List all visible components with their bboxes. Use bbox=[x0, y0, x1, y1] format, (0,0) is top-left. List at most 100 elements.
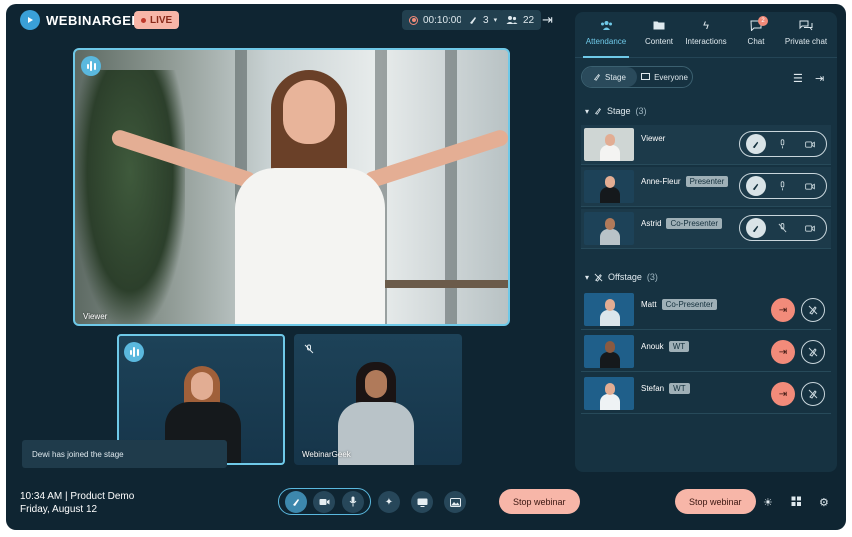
participant-controls bbox=[739, 131, 827, 157]
participant-thumbnail bbox=[584, 293, 634, 326]
chat-icon: 2 bbox=[750, 16, 768, 34]
filter-stage[interactable]: Stage bbox=[582, 67, 637, 87]
participant-row[interactable]: Stefan WT ⇥ bbox=[581, 374, 831, 414]
participant-row[interactable]: Anouk WT ⇥ bbox=[581, 332, 831, 372]
chevron-down-icon: ▾ bbox=[493, 17, 498, 24]
session-date: Friday, August 12 bbox=[20, 504, 98, 515]
microphone-icon[interactable] bbox=[341, 490, 364, 513]
participant-thumbnail bbox=[584, 170, 634, 203]
speaking-icon bbox=[124, 342, 144, 362]
active-tab-indicator bbox=[583, 56, 629, 58]
session-time-title: 10:34 AM | Product Demo bbox=[20, 491, 135, 502]
move-to-stage-icon[interactable]: ⇥ bbox=[771, 340, 795, 364]
raised-hands-counter[interactable]: 3 ▾ bbox=[461, 10, 505, 30]
camera-icon[interactable] bbox=[800, 218, 820, 238]
filter-label: Stage bbox=[605, 72, 626, 82]
filter-icon[interactable]: ☰ bbox=[793, 72, 803, 85]
role-badge: Co-Presenter bbox=[666, 218, 723, 229]
tab-chat[interactable]: 2 Chat bbox=[741, 16, 771, 46]
participant-controls bbox=[739, 215, 827, 241]
body bbox=[600, 352, 620, 368]
attendee-counter[interactable]: 22 bbox=[499, 10, 542, 30]
hand-off-icon[interactable] bbox=[801, 298, 825, 322]
stage-video-small[interactable]: WebinarGeek bbox=[294, 334, 462, 465]
offstage-section-header[interactable]: ▾ Offstage (3) bbox=[585, 272, 658, 282]
lightning-icon: ϟ bbox=[703, 20, 709, 32]
live-label: LIVE bbox=[150, 14, 173, 26]
tab-attendance[interactable]: Attendance bbox=[583, 20, 629, 46]
move-to-stage-icon[interactable]: ⇥ bbox=[771, 382, 795, 406]
participant-row[interactable]: Anne-Fleur Presenter bbox=[581, 167, 831, 207]
mic-muted-icon bbox=[304, 344, 314, 356]
attendee-count: 22 bbox=[523, 14, 535, 26]
move-to-stage-icon[interactable]: ⇥ bbox=[771, 298, 795, 322]
recording-timer[interactable]: 00:10:00 bbox=[402, 10, 469, 30]
hand-off-icon[interactable] bbox=[801, 340, 825, 364]
balcony-railing bbox=[375, 280, 508, 288]
face bbox=[365, 370, 387, 398]
participant-row[interactable]: Matt Co-Presenter ⇥ bbox=[581, 290, 831, 330]
stop-webinar-button[interactable]: Stop webinar bbox=[675, 489, 756, 514]
tab-content[interactable]: Content bbox=[639, 20, 679, 46]
filter-label: Everyone bbox=[654, 72, 688, 82]
hand-icon[interactable] bbox=[745, 176, 766, 196]
tab-interactions[interactable]: ϟ Interactions bbox=[681, 20, 731, 46]
exit-icon[interactable]: ⇥ bbox=[542, 12, 553, 28]
tab-label: Attendance bbox=[585, 37, 627, 46]
participant-row[interactable]: Astrid Co-Presenter bbox=[581, 209, 831, 249]
participant-name: Anne-Fleur bbox=[641, 177, 681, 186]
participant-name-group: Anne-Fleur Presenter bbox=[641, 176, 729, 187]
mic-muted-icon[interactable] bbox=[773, 218, 793, 238]
stage-video-main[interactable]: Viewer bbox=[73, 48, 510, 326]
layout-grid-icon[interactable] bbox=[791, 496, 802, 510]
camera-icon[interactable] bbox=[800, 176, 820, 196]
hand-icon bbox=[470, 17, 476, 24]
filter-everyone[interactable]: Everyone bbox=[637, 67, 692, 87]
hand-off-icon bbox=[594, 273, 603, 282]
share-screen-icon[interactable] bbox=[411, 491, 433, 513]
webinar-studio: WEBINARGEEK LIVE 00:10:00 3 ▾ 22 ⇥ Viewe… bbox=[6, 4, 846, 530]
hand-off-icon[interactable] bbox=[801, 382, 825, 406]
gear-icon[interactable]: ⚙ bbox=[819, 496, 829, 509]
stage-section-header[interactable]: ▾ Stage (3) bbox=[585, 106, 647, 116]
live-dot-icon bbox=[141, 17, 146, 23]
body bbox=[600, 394, 620, 410]
timer-value: 00:10:00 bbox=[423, 14, 462, 26]
play-icon bbox=[20, 10, 40, 30]
participant-name-group: Stefan WT bbox=[641, 383, 690, 394]
microphone-icon[interactable] bbox=[773, 134, 793, 154]
section-title: Stage bbox=[607, 106, 631, 116]
attendance-filter: Stage Everyone bbox=[581, 66, 693, 88]
tab-private-chat[interactable]: Private chat bbox=[781, 20, 831, 46]
brand-logo: WEBINARGEEK bbox=[20, 10, 150, 30]
effects-icon[interactable]: ✦ bbox=[378, 491, 400, 513]
stop-webinar-button-center[interactable]: Stop webinar bbox=[499, 489, 580, 514]
presenter-figure bbox=[109, 70, 508, 324]
image-icon[interactable] bbox=[444, 491, 466, 513]
section-count: (3) bbox=[646, 272, 658, 282]
microphone-icon[interactable] bbox=[773, 176, 793, 196]
role-badge: Presenter bbox=[685, 176, 729, 187]
camera-icon[interactable] bbox=[800, 134, 820, 154]
participant-row[interactable]: Viewer bbox=[581, 125, 831, 165]
record-icon bbox=[409, 15, 418, 25]
attendance-panel: Attendance Content ϟ Interactions 2 Chat bbox=[575, 12, 837, 472]
camera-icon[interactable] bbox=[313, 490, 336, 513]
chevron-down-icon: ▾ bbox=[585, 106, 590, 116]
section-count: (3) bbox=[635, 106, 647, 116]
notification-toast: Dewi has joined the stage bbox=[22, 440, 227, 468]
role-badge: WT bbox=[669, 383, 690, 394]
hand-icon[interactable] bbox=[285, 490, 308, 513]
participant-name: Astrid bbox=[641, 219, 662, 228]
hand-icon[interactable] bbox=[745, 218, 766, 238]
tab-label: Private chat bbox=[784, 37, 828, 46]
participant-name: Matt bbox=[641, 300, 657, 309]
head bbox=[605, 134, 615, 146]
hand-icon[interactable] bbox=[745, 134, 766, 154]
toast-text: Dewi has joined the stage bbox=[32, 449, 124, 459]
tab-label: Chat bbox=[747, 37, 765, 46]
panel-tabs: Attendance Content ϟ Interactions 2 Chat bbox=[575, 12, 837, 58]
collapse-panel-icon[interactable]: ⇥ bbox=[815, 72, 824, 85]
brightness-icon[interactable]: ☀ bbox=[763, 496, 773, 509]
people-icon bbox=[600, 20, 613, 34]
